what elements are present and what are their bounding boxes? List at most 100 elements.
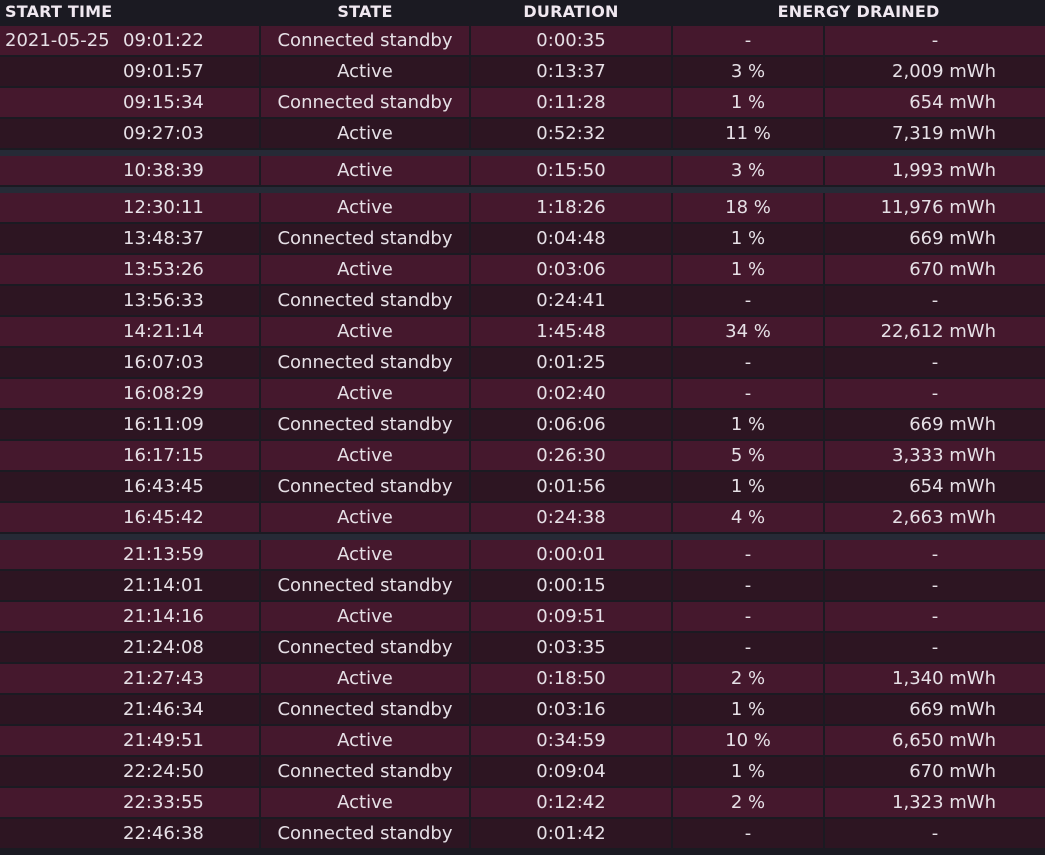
energy-mwh-cell: 654 mWh bbox=[822, 471, 1045, 503]
energy-mwh-cell: 669 mWh bbox=[822, 409, 1045, 441]
section-separator-cell bbox=[0, 149, 1045, 156]
time-label: 16:43:45 bbox=[123, 476, 204, 497]
start-time-cell: 16:43:45 bbox=[0, 471, 261, 503]
table-row: 14:21:14 Active 1:45:48 34 % 22,612 mWh bbox=[0, 316, 1045, 348]
energy-percent-cell: - bbox=[671, 601, 825, 633]
energy-percent-cell: 1 % bbox=[671, 223, 825, 255]
start-time-cell: 16:11:09 bbox=[0, 409, 261, 441]
start-time-cell: 09:01:57 bbox=[0, 56, 261, 88]
time-label: 22:33:55 bbox=[123, 792, 204, 813]
state-cell: Active bbox=[259, 118, 471, 150]
duration-cell: 1:18:26 bbox=[469, 193, 673, 224]
energy-mwh-cell: - bbox=[822, 24, 1045, 57]
duration-cell: 0:34:59 bbox=[469, 725, 673, 757]
energy-mwh-cell: 669 mWh bbox=[822, 223, 1045, 255]
energy-percent-cell: - bbox=[671, 24, 825, 57]
time-label: 13:53:26 bbox=[123, 259, 204, 280]
section-separator bbox=[0, 186, 1045, 193]
table-row: 16:08:29 Active 0:02:40 - - bbox=[0, 378, 1045, 410]
start-time-cell: 21:14:01 bbox=[0, 570, 261, 602]
table-row: 22:24:50 Connected standby 0:09:04 1 % 6… bbox=[0, 756, 1045, 788]
start-time-cell: 22:46:38 bbox=[0, 818, 261, 850]
table-row: 16:45:42 Active 0:24:38 4 % 2,663 mWh bbox=[0, 502, 1045, 534]
duration-cell: 0:01:56 bbox=[469, 471, 673, 503]
time-label: 16:45:42 bbox=[123, 507, 204, 528]
state-cell: Connected standby bbox=[259, 285, 471, 317]
energy-percent-cell: 34 % bbox=[671, 316, 825, 348]
duration-cell: 0:15:50 bbox=[469, 156, 673, 187]
table-row: 21:14:16 Active 0:09:51 - - bbox=[0, 601, 1045, 633]
duration-cell: 0:13:37 bbox=[469, 56, 673, 88]
start-time-cell: 16:17:15 bbox=[0, 440, 261, 472]
duration-cell: 0:00:01 bbox=[469, 540, 673, 571]
start-time-cell: 13:48:37 bbox=[0, 223, 261, 255]
start-time-cell: 16:07:03 bbox=[0, 347, 261, 379]
table-row: 16:11:09 Connected standby 0:06:06 1 % 6… bbox=[0, 409, 1045, 441]
state-cell: Connected standby bbox=[259, 347, 471, 379]
time-label: 16:08:29 bbox=[123, 383, 204, 404]
time-label: 21:14:01 bbox=[123, 575, 204, 596]
state-cell: Active bbox=[259, 787, 471, 819]
state-cell: Active bbox=[259, 663, 471, 695]
table-row: 16:07:03 Connected standby 0:01:25 - - bbox=[0, 347, 1045, 379]
start-time-cell: 21:24:08 bbox=[0, 632, 261, 664]
state-cell: Connected standby bbox=[259, 471, 471, 503]
state-cell: Connected standby bbox=[259, 818, 471, 850]
energy-percent-cell: - bbox=[671, 570, 825, 602]
energy-mwh-cell: - bbox=[822, 632, 1045, 664]
state-cell: Connected standby bbox=[259, 694, 471, 726]
energy-percent-cell: - bbox=[671, 632, 825, 664]
energy-percent-cell: 18 % bbox=[671, 193, 825, 224]
duration-cell: 0:06:06 bbox=[469, 409, 673, 441]
energy-percent-cell: 1 % bbox=[671, 254, 825, 286]
energy-mwh-cell: - bbox=[822, 570, 1045, 602]
duration-cell: 0:52:32 bbox=[469, 118, 673, 150]
state-cell: Connected standby bbox=[259, 632, 471, 664]
start-time-cell: 21:14:16 bbox=[0, 601, 261, 633]
duration-cell: 0:03:06 bbox=[469, 254, 673, 286]
duration-cell: 0:01:42 bbox=[469, 818, 673, 850]
table-row: 21:49:51 Active 0:34:59 10 % 6,650 mWh bbox=[0, 725, 1045, 757]
energy-percent-cell: - bbox=[671, 378, 825, 410]
state-cell: Active bbox=[259, 540, 471, 571]
section-separator-cell bbox=[0, 533, 1045, 540]
energy-mwh-cell: - bbox=[822, 601, 1045, 633]
energy-percent-cell: 4 % bbox=[671, 502, 825, 534]
energy-percent-cell: - bbox=[671, 540, 825, 571]
table-row: 21:14:01 Connected standby 0:00:15 - - bbox=[0, 570, 1045, 602]
header-energy-drained: ENERGY DRAINED bbox=[672, 0, 1045, 25]
table-row: 13:48:37 Connected standby 0:04:48 1 % 6… bbox=[0, 223, 1045, 255]
table-row: 21:46:34 Connected standby 0:03:16 1 % 6… bbox=[0, 694, 1045, 726]
start-time-cell: 12:30:11 bbox=[0, 193, 261, 224]
start-time-cell: 10:38:39 bbox=[0, 156, 261, 187]
start-time-cell: 13:56:33 bbox=[0, 285, 261, 317]
time-label: 21:24:08 bbox=[123, 637, 204, 658]
start-time-cell: 13:53:26 bbox=[0, 254, 261, 286]
energy-mwh-cell: - bbox=[822, 378, 1045, 410]
energy-mwh-cell: 670 mWh bbox=[822, 756, 1045, 788]
date-label: 2021-05-25 bbox=[5, 30, 110, 51]
time-label: 21:49:51 bbox=[123, 730, 204, 751]
energy-mwh-cell: - bbox=[822, 818, 1045, 850]
state-cell: Active bbox=[259, 316, 471, 348]
start-time-cell: 21:13:59 bbox=[0, 540, 261, 571]
energy-percent-cell: - bbox=[671, 818, 825, 850]
energy-mwh-cell: 1,993 mWh bbox=[822, 156, 1045, 187]
state-cell: Active bbox=[259, 254, 471, 286]
energy-mwh-cell: 11,976 mWh bbox=[822, 193, 1045, 224]
table-row: 12:30:11 Active 1:18:26 18 % 11,976 mWh bbox=[0, 193, 1045, 224]
duration-cell: 0:04:48 bbox=[469, 223, 673, 255]
duration-cell: 0:24:41 bbox=[469, 285, 673, 317]
energy-mwh-cell: - bbox=[822, 285, 1045, 317]
state-cell: Active bbox=[259, 56, 471, 88]
table-body: 2021-05-25 09:01:22 Connected standby 0:… bbox=[0, 24, 1045, 850]
start-time-cell: 09:15:34 bbox=[0, 87, 261, 119]
energy-mwh-cell: 22,612 mWh bbox=[822, 316, 1045, 348]
energy-mwh-cell: 3,333 mWh bbox=[822, 440, 1045, 472]
energy-percent-cell: 2 % bbox=[671, 787, 825, 819]
energy-mwh-cell: 654 mWh bbox=[822, 87, 1045, 119]
energy-mwh-cell: 1,340 mWh bbox=[822, 663, 1045, 695]
energy-percent-cell: 3 % bbox=[671, 56, 825, 88]
table-row: 16:17:15 Active 0:26:30 5 % 3,333 mWh bbox=[0, 440, 1045, 472]
section-separator-cell bbox=[0, 186, 1045, 193]
